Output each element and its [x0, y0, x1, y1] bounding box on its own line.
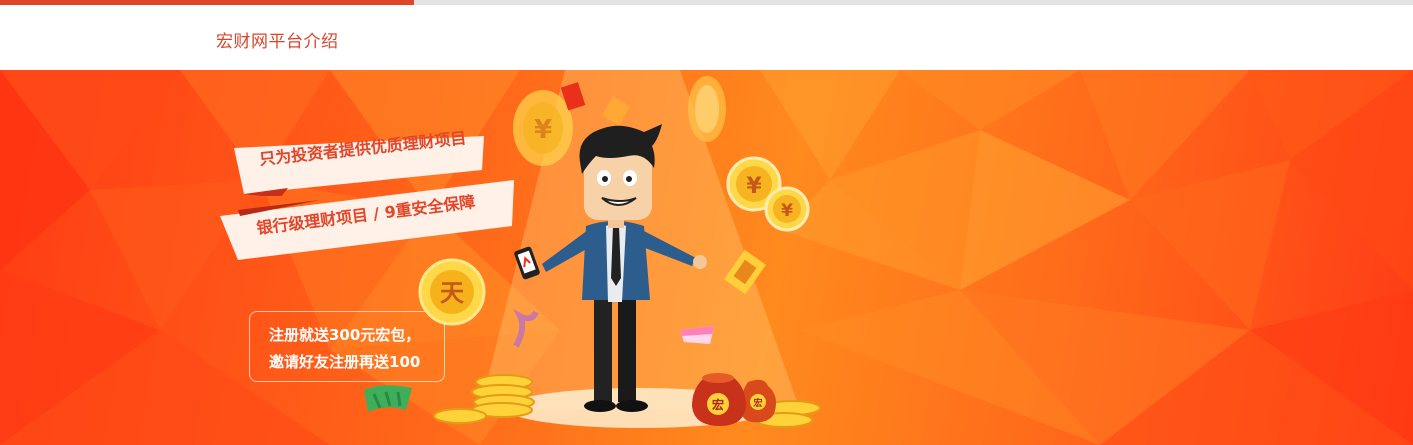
- red-envelope-icon: [724, 249, 766, 295]
- page-title: 宏财网平台介绍: [216, 32, 339, 52]
- promo-line-register-bonus: 注册就送300元宏包，: [269, 326, 421, 344]
- coin-glyph: ¥: [746, 174, 762, 199]
- gold-coin-icon: 天: [418, 258, 486, 326]
- page: 宏财网平台介绍 只为投资者提供优质理财项目 银行级理财项目 / 9重安全保障 注…: [0, 0, 1413, 445]
- coin-glyph: ¥: [781, 201, 793, 221]
- gold-coin-icon: ¥: [764, 186, 810, 232]
- coin-glyph: 宏: [712, 397, 724, 412]
- hero-banner: 只为投资者提供优质理财项目 银行级理财项目 / 9重安全保障 注册就送300元宏…: [0, 70, 1413, 445]
- mascot-businessman-icon: [514, 124, 707, 412]
- coin-glyph: 天: [440, 279, 464, 307]
- red-envelope-icon: [560, 82, 586, 111]
- coin-glyph: 宏: [753, 397, 762, 409]
- banknote-icon: [364, 385, 412, 412]
- page-header: 宏财网平台介绍: [0, 5, 1413, 70]
- promo-box: 注册就送300元宏包， 邀请好友注册再送100: [249, 311, 445, 382]
- promo-line-invite-bonus: 邀请好友注册再送100: [269, 353, 421, 371]
